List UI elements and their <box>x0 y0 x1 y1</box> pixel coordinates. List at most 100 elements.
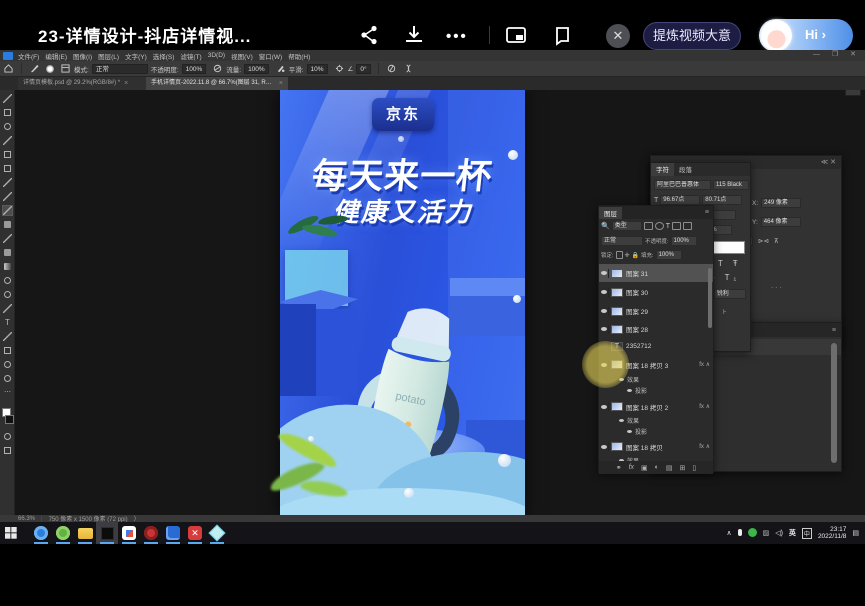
crop-tool[interactable] <box>3 150 12 159</box>
font-style-select[interactable]: 115 Black <box>713 180 749 190</box>
flow-select[interactable]: 100% <box>244 64 269 74</box>
layer-dropshadow-row[interactable]: 投影 <box>599 385 713 396</box>
menu-window[interactable]: 窗口(W) <box>259 51 282 61</box>
pen-tool[interactable] <box>3 304 12 313</box>
filter-smartobj-icon[interactable] <box>683 222 692 230</box>
zoom-level-field[interactable]: 66.3% <box>18 516 35 522</box>
menu-view[interactable]: 视图(V) <box>231 51 253 61</box>
gpu-tray-icon[interactable]: ▨ <box>763 529 770 537</box>
lock-move-icon[interactable]: ✛ <box>625 252 630 259</box>
eye-icon[interactable] <box>625 386 633 395</box>
move-tool[interactable] <box>3 94 12 103</box>
eye-icon[interactable] <box>599 402 609 411</box>
tray-green-icon[interactable] <box>748 528 757 539</box>
eye-icon[interactable] <box>625 427 633 436</box>
flip-horizontal-icon[interactable]: ⊳⊲ <box>758 237 769 245</box>
layer-row[interactable]: 图案 28 <box>599 320 713 338</box>
home-icon[interactable] <box>4 64 13 73</box>
menu-image[interactable]: 图像(I) <box>73 51 92 61</box>
layer-thumbnail[interactable] <box>611 288 623 297</box>
eye-icon[interactable] <box>599 325 609 334</box>
ime-language[interactable]: 英 <box>789 528 796 538</box>
smoothing-select[interactable]: 10% <box>307 64 328 74</box>
adjustment-layer-icon[interactable]: ◐ <box>655 464 659 471</box>
layer-style-icon[interactable]: fx <box>629 464 634 471</box>
delete-layer-icon[interactable]: ▯ <box>692 464 696 472</box>
panel-menu-icon[interactable]: ≡ <box>832 327 836 334</box>
volume-icon[interactable]: ◁) <box>775 529 783 537</box>
layer-row[interactable]: 图案 18 拷贝 2 fx ∧ <box>599 398 713 415</box>
layer-fill-select[interactable]: 100% <box>656 250 682 260</box>
zoom-tool[interactable] <box>3 374 12 383</box>
menu-edit[interactable]: 编辑(E) <box>45 51 67 61</box>
eraser-tool[interactable] <box>3 248 12 257</box>
toggle-brush-panel-icon[interactable] <box>61 64 70 73</box>
leading-select[interactable]: 80.71点 <box>702 195 742 205</box>
new-group-icon[interactable]: ▤ <box>666 464 673 472</box>
eye-icon[interactable] <box>599 288 609 297</box>
share-icon[interactable] <box>358 24 382 46</box>
start-button[interactable] <box>0 522 22 544</box>
brush-tool-icon[interactable] <box>30 64 39 73</box>
layer-mask-icon[interactable]: ▣ <box>641 464 648 472</box>
font-size-select[interactable]: 96.67点 <box>660 195 700 205</box>
scrollbar[interactable] <box>708 268 712 328</box>
layer-thumbnail[interactable] <box>611 402 623 411</box>
taskbar-app-recorder[interactable] <box>140 522 162 544</box>
layer-row[interactable]: 图案 30 <box>599 283 713 301</box>
filter-type-text-icon[interactable]: T <box>666 223 670 230</box>
menu-layer[interactable]: 图层(L) <box>98 51 119 61</box>
screen-mode-button[interactable] <box>3 446 12 455</box>
taskbar-app-active-dark[interactable] <box>96 522 118 544</box>
microphone-icon[interactable] <box>738 529 742 538</box>
filter-shape-icon[interactable] <box>672 222 681 230</box>
taskbar-app-red-x[interactable]: ✕ <box>184 522 206 544</box>
menu-filter[interactable]: 滤镜(T) <box>180 51 201 61</box>
quick-mask-button[interactable] <box>3 432 12 441</box>
summarize-video-button[interactable]: 提炼视频大意 <box>643 22 741 50</box>
brush-preset-preview[interactable] <box>46 65 54 73</box>
taskbar-app-cyan[interactable] <box>206 522 228 544</box>
window-controls[interactable]: — ❐ ✕ <box>813 50 861 58</box>
background-color-swatch[interactable] <box>5 415 14 424</box>
blend-mode-select[interactable]: 正常 <box>601 236 643 246</box>
properties-more[interactable]: ··· <box>771 284 784 291</box>
document-tab-1[interactable]: 详情页模板.psd @ 29.2%(RGB/8#) *× <box>18 77 146 90</box>
layer-effects-row[interactable]: 效果 <box>599 415 713 426</box>
layers-tab[interactable]: 图层 <box>599 207 622 219</box>
paragraph-tab[interactable]: 段落 <box>674 163 697 176</box>
menu-select[interactable]: 选择(S) <box>153 51 175 61</box>
new-layer-icon[interactable]: ⊞ <box>680 464 686 472</box>
eye-icon[interactable] <box>599 442 609 451</box>
mode-select[interactable]: 正常 <box>92 64 148 74</box>
eye-icon[interactable] <box>617 416 625 425</box>
menu-file[interactable]: 文件(F) <box>18 51 39 61</box>
font-family-select[interactable]: 阿里巴巴普惠体 <box>654 180 711 190</box>
brush-tool[interactable] <box>3 206 12 215</box>
fx-badge[interactable]: fx ∧ <box>699 403 710 410</box>
layer-thumbnail[interactable] <box>611 307 623 316</box>
y-field[interactable]: 464 像素 <box>761 217 801 227</box>
hand-tool[interactable] <box>3 360 12 369</box>
document-tab-2[interactable]: 手机详情页-2022.11.8 @ 66.7%(图层 31, RGB/8) *× <box>146 77 288 90</box>
menu-3d[interactable]: 3D(D) <box>208 52 225 59</box>
taskbar-app-blue-square[interactable] <box>162 522 184 544</box>
tray-expand-icon[interactable]: ∧ <box>726 529 731 537</box>
anti-alias-select[interactable]: 锐利 <box>714 289 746 299</box>
eyedropper-tool[interactable] <box>3 178 12 187</box>
filter-type-select[interactable]: 类型 <box>612 221 642 231</box>
layer-row[interactable]: 图案 29 <box>599 302 713 320</box>
layer-thumbnail[interactable] <box>611 269 623 278</box>
layer-row[interactable]: 图案 18 拷贝 fx ∧ <box>599 438 713 455</box>
frame-tool[interactable] <box>3 164 12 173</box>
history-brush-tool[interactable] <box>3 234 12 243</box>
taskbar-app-explorer[interactable] <box>74 522 96 544</box>
lock-all-icon[interactable]: 🔒 <box>632 252 639 259</box>
close-tab-icon[interactable]: × <box>279 77 283 90</box>
eye-icon[interactable] <box>599 307 609 316</box>
pressure-size-icon[interactable] <box>387 64 396 73</box>
fx-badge[interactable]: fx ∧ <box>699 361 710 368</box>
blur-tool[interactable] <box>3 276 12 285</box>
symmetry-icon[interactable] <box>404 64 413 73</box>
marquee-tool[interactable] <box>3 108 12 117</box>
